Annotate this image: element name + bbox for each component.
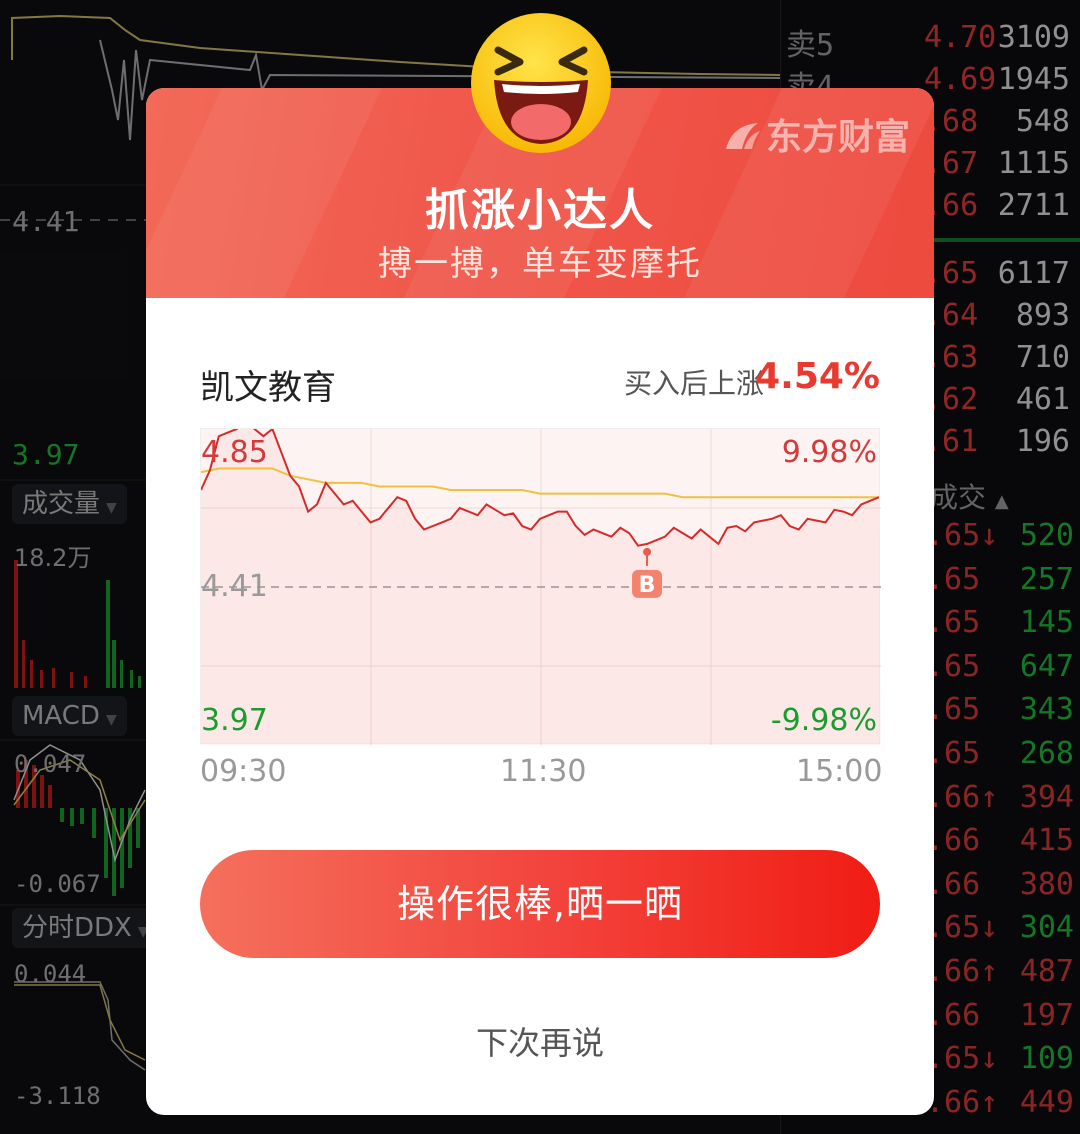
buy-marker-dot: [643, 547, 652, 556]
share-button[interactable]: 操作很棒,晒一晒: [200, 850, 880, 958]
time-label-noon: 11:30: [500, 754, 587, 789]
dialog-subtitle: 搏一搏，单车变摩托: [378, 244, 702, 284]
later-button[interactable]: 下次再说: [146, 1018, 934, 1064]
intraday-chart-svg: B: [201, 429, 881, 745]
chart-ref-price: 4.41: [201, 569, 268, 604]
brand-logo-icon: [725, 123, 760, 149]
time-label-close: 15:00: [796, 754, 883, 789]
chart-min-pct: -9.98%: [770, 703, 877, 738]
buy-marker-label: B: [639, 573, 656, 598]
intraday-chart: B 4.85 9.98% 4.41 3.97 -9.98%: [200, 428, 881, 745]
gain-value: 4.54%: [755, 356, 880, 397]
dialog-title: 抓涨小达人: [425, 185, 655, 236]
chart-average-line: [201, 467, 879, 499]
chart-min-price: 3.97: [201, 703, 268, 738]
chart-max-pct: 9.98%: [781, 435, 877, 470]
laughing-face-icon: [471, 13, 611, 153]
time-label-open: 09:30: [200, 754, 287, 789]
stock-name: 凯文教育: [200, 368, 336, 408]
chart-max-price: 4.85: [201, 435, 268, 470]
achievement-dialog: 东方财富 抓涨小达人 搏一搏，单车变摩托 凯文教育 买入后上涨 4.54% B …: [146, 88, 934, 1115]
brand-logo: 东方财富: [722, 108, 910, 160]
gain-label: 买入后上涨: [623, 367, 764, 400]
